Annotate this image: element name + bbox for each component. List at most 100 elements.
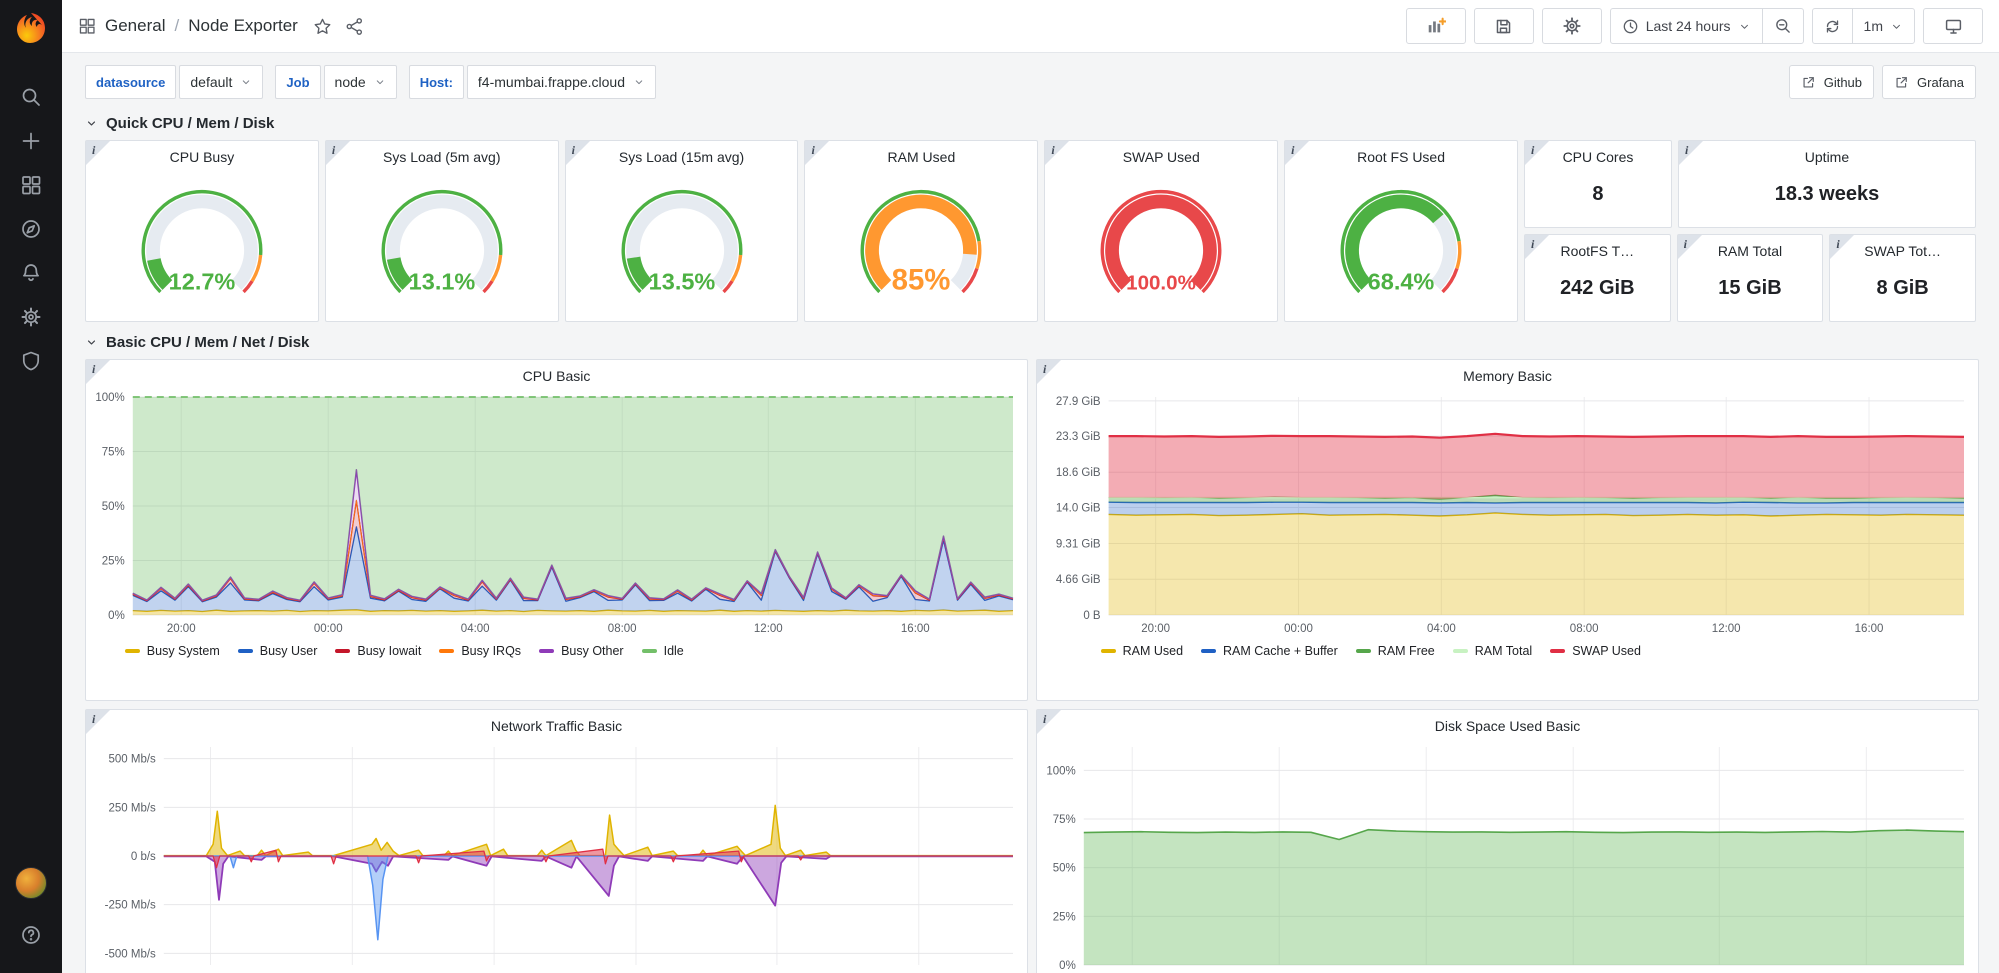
gauge-ram-used[interactable]: 85%	[823, 174, 1019, 316]
svg-text:14.0 GiB: 14.0 GiB	[1056, 503, 1101, 515]
legend-item[interactable]: Busy IRQs	[439, 644, 521, 658]
variable-datasource-value[interactable]: default	[179, 65, 263, 99]
explore-compass-icon[interactable]	[8, 207, 54, 251]
svg-text:25%: 25%	[102, 556, 125, 568]
legend-item[interactable]: RAM Total	[1453, 644, 1532, 658]
variable-job-value[interactable]: node	[324, 65, 397, 99]
breadcrumb-folder[interactable]: General	[105, 16, 165, 36]
panel-info-icon[interactable]	[86, 710, 110, 734]
panel-title[interactable]: Memory Basic	[1043, 363, 1972, 389]
legend-item[interactable]: RAM Free	[1356, 644, 1435, 658]
legend-item[interactable]: RAM Cache + Buffer	[1201, 644, 1338, 658]
gauge-swap-used[interactable]: 100.0%	[1063, 174, 1259, 316]
legend-item[interactable]: RAM Used	[1101, 644, 1183, 658]
help-icon[interactable]	[8, 913, 54, 957]
row-basic-top: i CPU Basic 20:0000:0004:0008:0012:0016:…	[85, 359, 1976, 701]
svg-text:04:00: 04:00	[1427, 623, 1456, 635]
variable-datasource-label[interactable]: datasource	[85, 65, 176, 99]
svg-text:13.1%: 13.1%	[408, 268, 475, 294]
legend-item[interactable]: Busy Iowait	[335, 644, 421, 658]
panel-title[interactable]: CPU Basic	[92, 363, 1021, 389]
configuration-gear-icon[interactable]	[8, 295, 54, 339]
panel-title[interactable]: Uptime	[1679, 144, 1975, 170]
cpu-basic-chart[interactable]: 20:0000:0004:0008:0012:0016:00100%75%50%…	[92, 389, 1021, 639]
variable-job-label[interactable]: Job	[275, 65, 320, 99]
panel-info-icon[interactable]	[86, 141, 110, 165]
panel-title[interactable]: Disk Space Used Basic	[1043, 713, 1972, 739]
svg-text:250 Mb/s: 250 Mb/s	[108, 802, 156, 814]
legend-item[interactable]: Busy System	[125, 644, 220, 658]
panel-info-icon[interactable]	[1679, 141, 1703, 165]
dashboard-settings-button[interactable]	[1542, 8, 1602, 44]
variable-host-value[interactable]: f4-mumbai.frappe.cloud	[467, 65, 656, 99]
panel-info-icon[interactable]	[1037, 710, 1061, 734]
search-icon[interactable]	[8, 75, 54, 119]
tv-mode-button[interactable]	[1923, 8, 1983, 44]
panel-ram-used: i RAM Used 85%	[804, 140, 1038, 322]
panel-info-icon[interactable]	[805, 141, 829, 165]
panel-title[interactable]: Network Traffic Basic	[92, 713, 1021, 739]
add-panel-button[interactable]	[1406, 8, 1466, 44]
svg-text:9.31 GiB: 9.31 GiB	[1056, 539, 1101, 551]
legend-item[interactable]: Busy User	[238, 644, 318, 658]
svg-text:-500 Mb/s: -500 Mb/s	[105, 948, 156, 960]
share-icon[interactable]	[345, 17, 364, 36]
github-link[interactable]: Github	[1789, 65, 1874, 99]
user-avatar[interactable]	[15, 867, 47, 899]
refresh-button[interactable]	[1813, 9, 1852, 43]
panel-info-icon[interactable]	[1037, 360, 1061, 384]
refresh-interval-button[interactable]: 1m	[1852, 9, 1914, 43]
plus-icon[interactable]	[8, 119, 54, 163]
panel-info-icon[interactable]	[1830, 235, 1854, 259]
panel-title[interactable]: Sys Load (15m avg)	[566, 144, 798, 170]
panel-info-icon[interactable]	[326, 141, 350, 165]
legend-item[interactable]: Idle	[642, 644, 684, 658]
disk-space-chart[interactable]: 20:0000:0004:0008:0012:0016:00100%75%50%…	[1043, 739, 1972, 973]
star-icon[interactable]	[313, 17, 332, 36]
alerting-bell-icon[interactable]	[8, 251, 54, 295]
panel-title[interactable]: CPU Busy	[86, 144, 318, 170]
panel-title[interactable]: Root FS Used	[1285, 144, 1517, 170]
panel-root-fs-used: i Root FS Used 68.4%	[1284, 140, 1518, 322]
gauge-cpu-busy[interactable]: 12.7%	[104, 174, 300, 316]
gauge-sys-load-15m[interactable]: 13.5%	[584, 174, 780, 316]
panel-uptime: i Uptime 18.3 weeks	[1678, 140, 1976, 228]
panel-memory-basic: i Memory Basic 20:0000:0004:0008:0012:00…	[1036, 359, 1979, 701]
svg-text:500 Mb/s: 500 Mb/s	[108, 754, 156, 766]
svg-text:08:00: 08:00	[1570, 623, 1599, 635]
variable-host-label[interactable]: Host:	[409, 65, 464, 99]
grafana-link[interactable]: Grafana	[1882, 65, 1976, 99]
gauge-sys-load-5m[interactable]: 13.1%	[344, 174, 540, 316]
panel-title[interactable]: RAM Used	[805, 144, 1037, 170]
zoom-out-button[interactable]	[1762, 9, 1803, 43]
panel-title[interactable]: SWAP Used	[1045, 144, 1277, 170]
legend-item[interactable]: SWAP Used	[1550, 644, 1641, 658]
save-dashboard-button[interactable]	[1474, 8, 1534, 44]
grafana-logo[interactable]	[14, 11, 48, 45]
section-quick-header[interactable]: Quick CPU / Mem / Disk	[85, 115, 1976, 132]
row-quick-panels: i CPU Busy 12.7% i Sys Load (5m avg) 13.…	[85, 140, 1976, 322]
svg-text:0 B: 0 B	[1083, 610, 1101, 622]
memory-basic-chart[interactable]: 20:0000:0004:0008:0012:0016:0027.9 GiB23…	[1043, 389, 1972, 639]
svg-text:04:00: 04:00	[461, 623, 490, 635]
panel-info-icon[interactable]	[1285, 141, 1309, 165]
legend-item[interactable]: Busy Other	[539, 644, 624, 658]
panel-info-icon[interactable]	[1525, 141, 1549, 165]
gauge-root-fs-used[interactable]: 68.4%	[1303, 174, 1499, 316]
svg-text:50%: 50%	[1053, 863, 1076, 875]
admin-shield-icon[interactable]	[8, 339, 54, 383]
network-traffic-chart[interactable]: 20:0000:0004:0008:0012:0016:00500 Mb/s25…	[92, 739, 1021, 973]
panel-info-icon[interactable]	[566, 141, 590, 165]
section-basic-header[interactable]: Basic CPU / Mem / Net / Disk	[85, 334, 1976, 351]
panel-title[interactable]: Sys Load (5m avg)	[326, 144, 558, 170]
time-range-button[interactable]: Last 24 hours	[1611, 9, 1762, 43]
panel-rootfs-total: i RootFS T… 242 GiB	[1524, 234, 1671, 322]
panel-info-icon[interactable]	[86, 360, 110, 384]
svg-text:13.5%: 13.5%	[648, 268, 715, 294]
panel-info-icon[interactable]	[1678, 235, 1702, 259]
dashboards-icon[interactable]	[8, 163, 54, 207]
panel-info-icon[interactable]	[1045, 141, 1069, 165]
panel-info-icon[interactable]	[1525, 235, 1549, 259]
svg-text:00:00: 00:00	[314, 623, 343, 635]
page-title[interactable]: Node Exporter	[188, 16, 298, 36]
